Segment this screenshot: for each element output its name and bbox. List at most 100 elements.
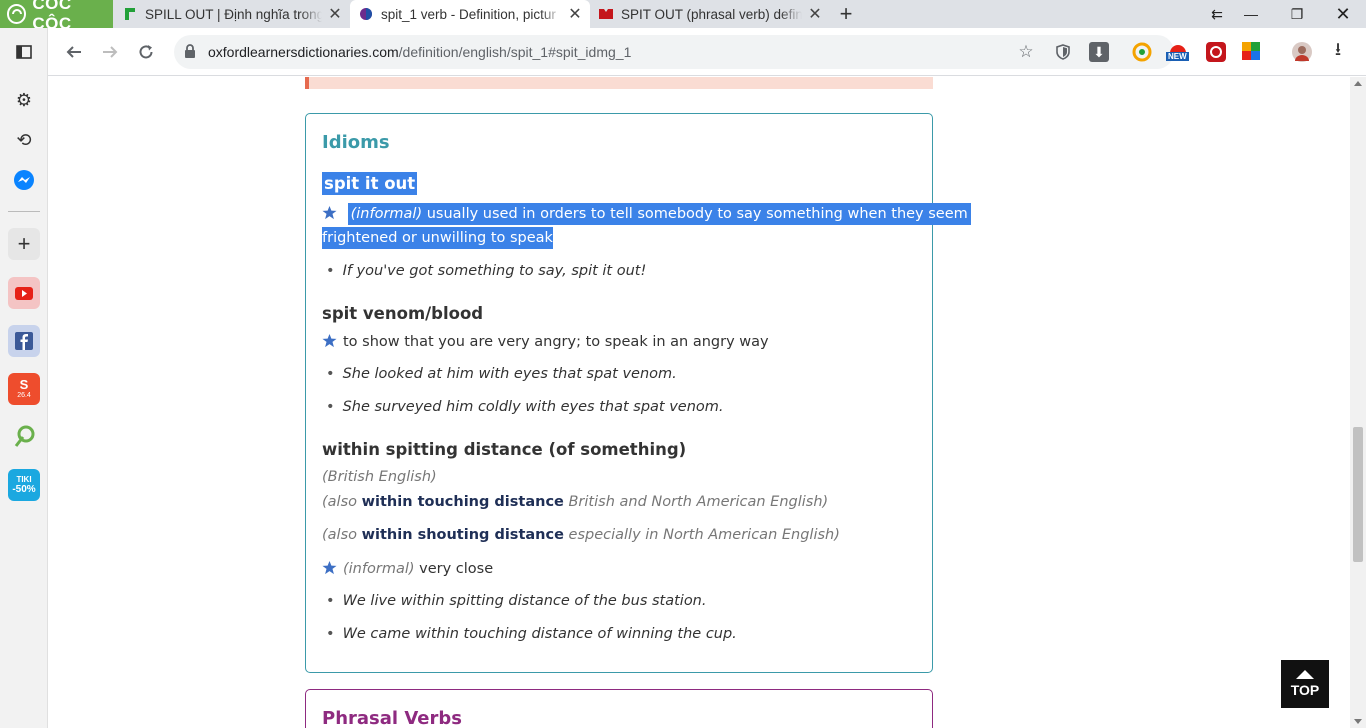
shield-icon[interactable] (1053, 42, 1073, 62)
example-sentence: • She surveyed him coldly with eyes that … (326, 399, 724, 415)
variant-line: (also within touching distance British a… (322, 494, 828, 510)
new-tab-button[interactable]: + (834, 1, 858, 26)
tab-spit-out[interactable]: SPIT OUT (phrasal verb) defin ✕ (590, 0, 830, 28)
bullet-icon: • (326, 593, 335, 609)
messenger-icon[interactable] (8, 164, 40, 196)
scroll-down-arrow-icon[interactable] (1354, 719, 1362, 724)
example-sentence: • She looked at him with eyes that spat v… (326, 366, 677, 382)
close-icon[interactable]: ✕ (566, 5, 584, 23)
coccoc-extension-icon[interactable] (1132, 42, 1152, 62)
red-extension-icon[interactable] (1206, 42, 1226, 62)
tab-title: spit_1 verb - Definition, pictur (381, 6, 556, 22)
top-label: TOP (1290, 682, 1320, 698)
close-icon[interactable]: ✕ (326, 5, 344, 23)
settings-gear-icon[interactable]: ⚙ (8, 84, 40, 116)
back-button[interactable] (62, 40, 86, 64)
add-app-icon[interactable]: + (8, 228, 40, 260)
tiki-label: TIKI (16, 475, 32, 484)
example-text: If you've got something to say, spit it … (342, 263, 647, 279)
bullet-icon: • (326, 626, 335, 642)
dictionary-favicon-icon (598, 6, 614, 22)
example-text: She looked at him with eyes that spat ve… (342, 366, 677, 382)
idiom-definition: (informal) very close (322, 560, 493, 577)
arrow-up-icon (1296, 670, 1314, 679)
scroll-up-arrow-icon[interactable] (1354, 81, 1362, 86)
variant-region: especially in North American English) (568, 527, 840, 543)
tab-favicon (122, 6, 138, 22)
variant-line: (also within shouting distance especiall… (322, 527, 840, 543)
close-icon[interactable]: ✕ (806, 5, 824, 23)
variant-phrase[interactable]: within shouting distance (362, 527, 564, 543)
example-sentence: • We live within spitting distance of the… (326, 593, 707, 609)
new-badge: NEW (1166, 52, 1189, 61)
bullet-icon: • (326, 366, 335, 382)
forward-button[interactable] (98, 40, 122, 64)
variant-region: British and North American English) (568, 494, 829, 510)
example-text: We live within spitting distance of the … (342, 593, 707, 609)
page-content: Idioms spit it out (informal) usually us… (48, 77, 1350, 728)
bookmark-star-icon[interactable]: ☆ (1016, 42, 1036, 62)
star-icon (322, 205, 348, 222)
variant-phrase[interactable]: within touching distance (362, 494, 564, 510)
idioms-heading: Idioms (322, 132, 390, 153)
bullet-icon: • (326, 263, 335, 279)
browser-sidebar: ⚙ ⟲ + S 26.4 TIKI -50% (0, 28, 48, 728)
color-grid-extension-icon[interactable] (1242, 42, 1262, 62)
sidebar-toggle-icon[interactable] (8, 36, 40, 68)
profile-avatar[interactable] (1292, 42, 1312, 62)
page-scrollbar[interactable] (1350, 77, 1366, 728)
shopee-bag-icon: S (19, 377, 29, 392)
browser-logo[interactable]: CÔC CÔC (0, 0, 113, 33)
downloads-icon[interactable]: ⭳ (1328, 39, 1348, 62)
tab-title: SPIT OUT (phrasal verb) defin (621, 6, 802, 22)
phrasal-verbs-section: Phrasal Verbs (305, 689, 933, 728)
tab-title: SPILL OUT | Định nghĩa trong (145, 6, 322, 22)
example-sentence: • If you've got something to say, spit it… (326, 263, 646, 279)
definition-text: to show that you are very angry; to spea… (343, 334, 769, 350)
new-extension-icon[interactable]: NEW (1166, 40, 1190, 66)
close-window-button[interactable]: ✕ (1320, 0, 1366, 28)
leaf-app-icon[interactable] (8, 420, 40, 452)
idiom-definition-cont[interactable]: frightened or unwilling to speak (322, 227, 553, 249)
reload-button[interactable] (134, 40, 158, 64)
idiom-phrase: spit venom/blood (322, 304, 484, 323)
idioms-section: Idioms spit it out (informal) usually us… (305, 113, 971, 673)
tab-strip: CÔC CÔC SPILL OUT | Định nghĩa trong ✕ s… (0, 0, 1366, 33)
idiom-definition[interactable]: (informal) usually used in orders to tel… (322, 203, 971, 225)
tiki-icon[interactable]: TIKI -50% (8, 469, 40, 501)
star-icon (322, 560, 343, 577)
address-bar[interactable]: oxfordlearnersdictionaries.com/definitio… (174, 35, 1174, 69)
tab-spit-definition[interactable]: spit_1 verb - Definition, pictur ✕ (350, 0, 590, 28)
idiom-phrase-text: spit it out (322, 172, 418, 195)
definition-text-line2: frightened or unwilling to speak (322, 227, 553, 249)
bullet-icon: • (326, 399, 335, 415)
oxford-favicon-icon (358, 6, 374, 22)
minimize-button[interactable]: — (1228, 0, 1274, 28)
lock-icon[interactable] (184, 44, 196, 64)
shopee-icon[interactable]: S 26.4 (8, 373, 40, 405)
youtube-icon[interactable] (8, 277, 40, 309)
previous-section-box (305, 77, 933, 89)
example-sentence: • We came within touching distance of win… (326, 626, 737, 642)
scrollbar-thumb[interactable] (1353, 427, 1363, 562)
example-text: We came within touching distance of winn… (342, 626, 737, 642)
variant-open: (also (322, 527, 357, 543)
url-path: /definition/english/spit_1#spit_idmg_1 (398, 44, 632, 60)
shopee-badge: 26.4 (17, 392, 31, 399)
idiom-phrase[interactable]: spit it out (322, 172, 418, 195)
url-host: oxfordlearnersdictionaries.com (208, 44, 399, 60)
sidebar-divider (8, 211, 40, 212)
region-label: (British English) (322, 469, 437, 485)
usage-label: (informal) (343, 561, 415, 577)
restore-button[interactable]: ❐ (1274, 0, 1320, 28)
tab-spill-out[interactable]: SPILL OUT | Định nghĩa trong ✕ (114, 0, 350, 28)
history-icon[interactable]: ⟲ (8, 124, 40, 156)
download-page-icon[interactable]: ⬇ (1089, 42, 1109, 62)
idiom-definition: to show that you are very angry; to spea… (322, 333, 769, 350)
usage-label: (informal) (350, 206, 423, 222)
back-to-top-button[interactable]: TOP (1281, 660, 1329, 708)
facebook-icon[interactable] (8, 325, 40, 357)
url-text[interactable]: oxfordlearnersdictionaries.com/definitio… (208, 44, 631, 60)
coccoc-logo-icon (7, 4, 27, 24)
tiki-discount: -50% (12, 484, 36, 495)
